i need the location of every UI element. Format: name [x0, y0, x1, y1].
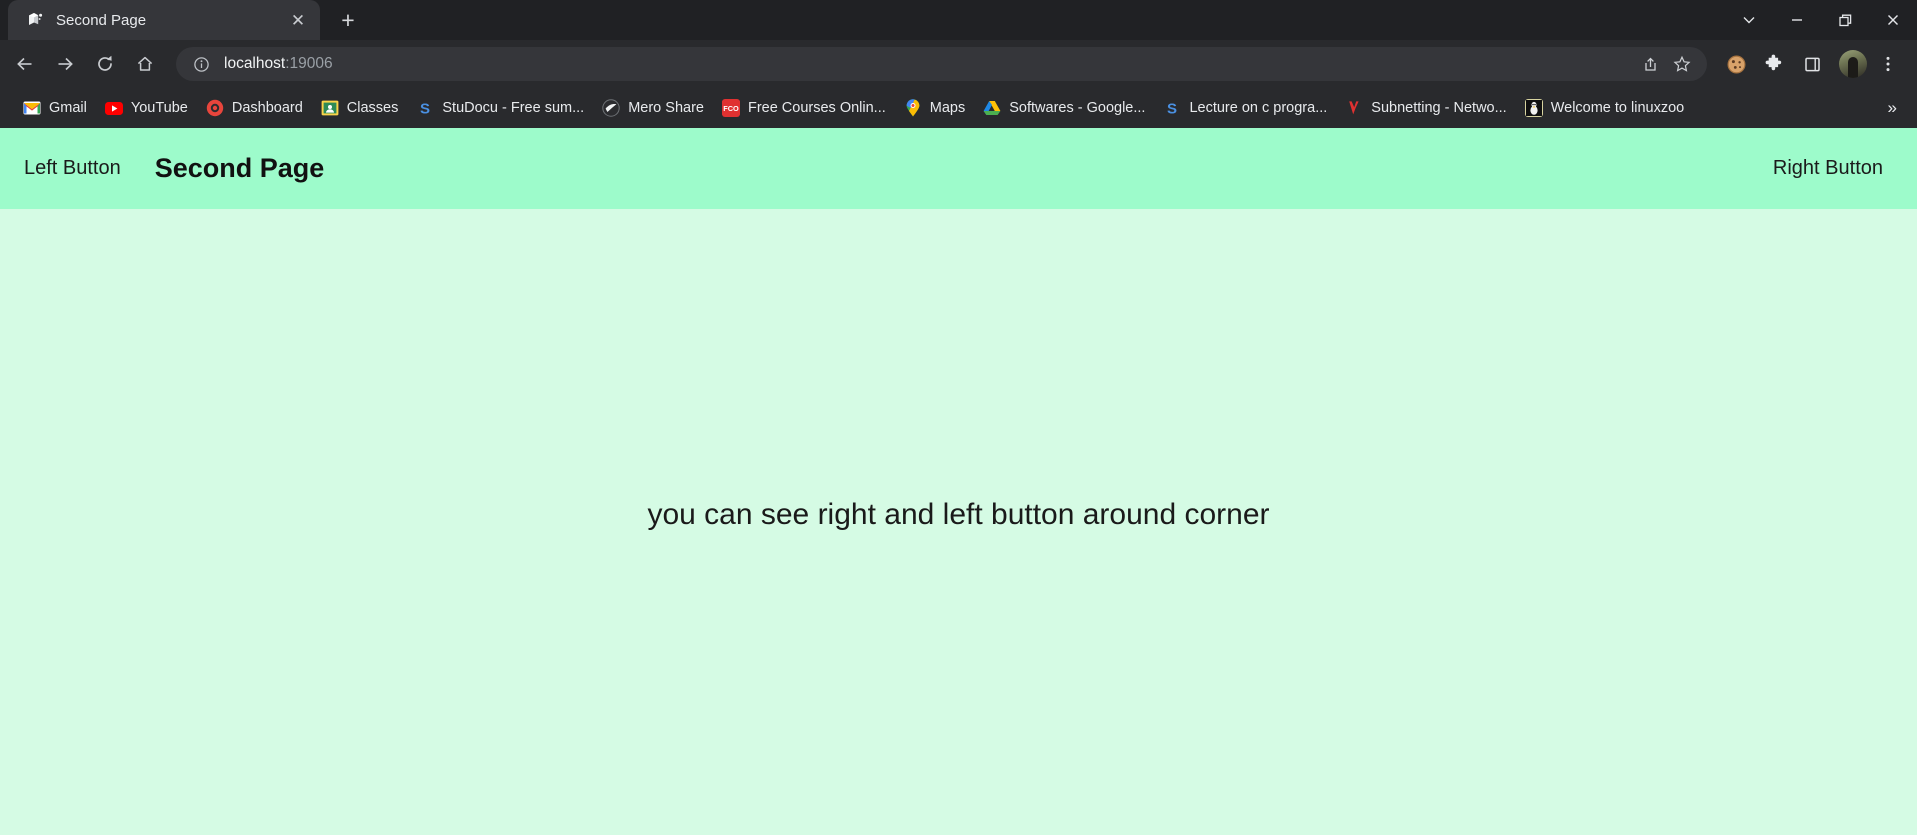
bookmark-subnetting-networking[interactable]: Subnetting - Netwo... — [1336, 94, 1515, 122]
bookmark-mero-share[interactable]: Mero Share — [593, 94, 713, 122]
page-content: you can see right and left button around… — [0, 209, 1917, 835]
address-bar[interactable]: localhost:19006 — [176, 47, 1707, 81]
url-port: :19006 — [285, 55, 333, 72]
bookmark-label: Classes — [346, 100, 399, 116]
tab-strip: Second Page ✕ + — [0, 0, 1917, 40]
bookmark-label: YouTube — [130, 100, 188, 116]
bookmark-dashboard[interactable]: Dashboard — [197, 94, 312, 122]
home-icon[interactable] — [126, 45, 164, 83]
google-drive-icon — [983, 99, 1001, 117]
dashboard-icon — [206, 99, 224, 117]
bookmark-label: Lecture on c progra... — [1189, 100, 1328, 116]
left-button[interactable]: Left Button — [12, 149, 133, 188]
bookmark-softwares-google-drive[interactable]: Softwares - Google... — [974, 94, 1154, 122]
close-icon[interactable]: ✕ — [286, 8, 310, 32]
url-text: localhost:19006 — [224, 55, 1635, 73]
page-viewport: Left Button Second Page Right Button you… — [0, 128, 1917, 835]
back-icon[interactable] — [6, 45, 44, 83]
bookmark-lecture-on-c-programming[interactable]: S Lecture on c progra... — [1154, 94, 1336, 122]
bookmark-label: Mero Share — [628, 100, 704, 116]
youtube-icon — [104, 99, 123, 117]
classroom-icon — [321, 99, 339, 117]
bookmark-label: Dashboard — [231, 100, 303, 116]
share-icon[interactable] — [1635, 49, 1665, 79]
forward-icon[interactable] — [46, 45, 84, 83]
meroshare-icon — [602, 99, 620, 117]
bookmark-welcome-to-linuxzoo[interactable]: Welcome to linuxzoo — [1516, 94, 1694, 122]
omnibox-actions — [1635, 49, 1697, 79]
window-controls — [1725, 0, 1917, 40]
url-host: localhost — [224, 55, 286, 72]
svg-text:FCO: FCO — [723, 104, 739, 113]
app-header-bar: Left Button Second Page Right Button — [0, 128, 1917, 209]
star-icon[interactable] — [1667, 49, 1697, 79]
page-title: Second Page — [154, 153, 325, 183]
bookmarks-overflow-icon[interactable]: » — [1878, 94, 1907, 122]
subnetting-icon — [1345, 99, 1363, 117]
right-button[interactable]: Right Button — [1761, 149, 1895, 188]
svg-text:S: S — [420, 100, 430, 117]
maps-pin-icon — [904, 99, 922, 117]
chrome-menu-icon[interactable] — [1871, 47, 1905, 81]
bookmark-label: StuDocu - Free sum... — [442, 100, 585, 116]
extensions-puzzle-icon[interactable] — [1757, 47, 1791, 81]
maximize-restore-icon[interactable] — [1821, 0, 1869, 40]
bookmark-maps[interactable]: Maps — [895, 94, 974, 122]
studocu-icon: S — [1163, 99, 1181, 117]
bookmark-label: Free Courses Onlin... — [747, 100, 886, 116]
bookmark-label: Subnetting - Netwo... — [1371, 100, 1507, 116]
browser-tab-second-page[interactable]: Second Page ✕ — [8, 0, 320, 40]
svg-text:S: S — [1167, 100, 1177, 117]
cookie-icon[interactable] — [1719, 47, 1753, 81]
bookmark-studocu[interactable]: S StuDocu - Free sum... — [407, 94, 593, 122]
bookmark-label: Gmail — [49, 100, 87, 116]
tab-title: Second Page — [56, 11, 147, 29]
close-window-icon[interactable] — [1869, 0, 1917, 40]
side-panel-icon[interactable] — [1795, 47, 1829, 81]
bookmark-label: Maps — [929, 100, 966, 116]
linuxzoo-icon — [1524, 99, 1543, 117]
bookmark-free-courses-online[interactable]: FCO Free Courses Onlin... — [713, 94, 895, 122]
minimize-icon[interactable] — [1773, 0, 1821, 40]
bookmark-gmail[interactable]: Gmail — [14, 94, 96, 122]
fco-icon: FCO — [721, 99, 740, 117]
bookmark-label: Welcome to linuxzoo — [1550, 100, 1685, 116]
browser-toolbar: localhost:19006 — [0, 40, 1917, 88]
gmail-icon — [23, 99, 41, 117]
profile-avatar[interactable] — [1839, 50, 1867, 78]
studocu-icon: S — [416, 99, 434, 117]
reload-icon[interactable] — [86, 45, 124, 83]
bookmark-youtube[interactable]: YouTube — [96, 94, 197, 122]
bookmarks-bar: Gmail YouTube Dashboard Classes S StuDoc… — [0, 88, 1917, 128]
content-message: you can see right and left button around… — [647, 498, 1270, 531]
new-tab-button[interactable]: + — [330, 2, 366, 38]
info-circle-icon[interactable] — [190, 53, 212, 75]
expo-cube-icon — [26, 11, 44, 29]
tab-search-icon[interactable] — [1725, 0, 1773, 40]
bookmark-classes[interactable]: Classes — [312, 94, 408, 122]
bookmark-label: Softwares - Google... — [1009, 100, 1146, 116]
